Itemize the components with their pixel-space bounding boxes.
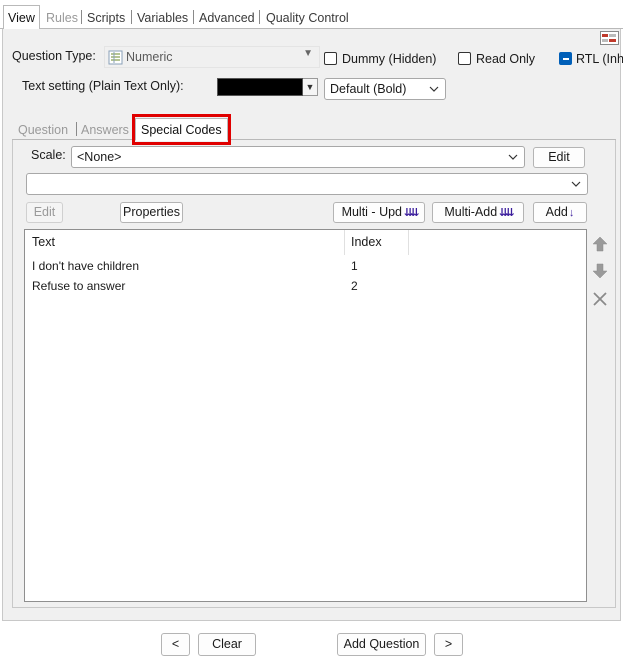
question-type-label: Question Type: bbox=[12, 49, 96, 63]
scale-edit-button[interactable]: Edit bbox=[533, 147, 585, 168]
tab-special-codes[interactable]: Special Codes bbox=[135, 118, 228, 141]
chevron-down-icon bbox=[429, 86, 439, 92]
dummy-hidden-label: Dummy (Hidden) bbox=[342, 52, 437, 66]
numeric-list-icon bbox=[108, 50, 123, 65]
row-index: 1 bbox=[351, 259, 358, 273]
down-arrow-icon: ↓ bbox=[568, 207, 575, 219]
rtl-checkbox[interactable] bbox=[559, 52, 572, 65]
double-down-arrow-icon: ⇊⇊ bbox=[404, 207, 420, 219]
multi-add-label: Multi-Add bbox=[444, 205, 498, 219]
dropdown-arrow-icon: ▼ bbox=[303, 48, 313, 59]
chevron-down-icon bbox=[571, 181, 581, 187]
tab-view[interactable]: View bbox=[3, 5, 40, 30]
top-tab-strip: View Rules Scripts Variables Advanced Qu… bbox=[0, 0, 623, 30]
tab-question[interactable]: Question bbox=[18, 121, 68, 139]
column-header-index[interactable]: Index bbox=[351, 230, 382, 255]
previous-button[interactable]: < bbox=[161, 633, 190, 656]
row-index: 2 bbox=[351, 279, 358, 293]
scale-value: <None> bbox=[77, 150, 122, 164]
tab-separator bbox=[259, 10, 260, 24]
multi-update-button[interactable]: Multi - Upd ⇊⇊ bbox=[333, 202, 425, 223]
text-style-value: Default (Bold) bbox=[330, 82, 407, 96]
table-row[interactable]: Refuse to answer 2 bbox=[25, 276, 586, 296]
dummy-hidden-checkbox[interactable] bbox=[324, 52, 337, 65]
special-codes-grid[interactable]: Text Index I don't have children 1 Refus… bbox=[24, 229, 587, 602]
multi-add-button[interactable]: Multi-Add ⇊⇊ bbox=[432, 202, 524, 223]
next-button[interactable]: > bbox=[434, 633, 463, 656]
move-up-icon[interactable] bbox=[591, 235, 609, 253]
tab-separator bbox=[81, 10, 82, 24]
text-setting-label: Text setting (Plain Text Only): bbox=[22, 79, 184, 93]
move-down-icon[interactable] bbox=[591, 262, 609, 280]
properties-button[interactable]: Properties bbox=[120, 202, 183, 223]
scale-select[interactable]: <None> bbox=[71, 146, 525, 168]
tab-variables[interactable]: Variables bbox=[134, 8, 191, 30]
rtl-label: RTL (Inh bbox=[576, 52, 623, 66]
special-codes-select[interactable] bbox=[26, 173, 588, 195]
tab-rules[interactable]: Rules bbox=[43, 8, 81, 30]
column-separator[interactable] bbox=[408, 230, 409, 255]
question-type-value: Numeric bbox=[126, 50, 173, 64]
read-only-checkbox[interactable] bbox=[458, 52, 471, 65]
edit-button[interactable]: Edit bbox=[26, 202, 63, 223]
text-color-swatch[interactable] bbox=[217, 78, 303, 96]
add-question-button[interactable]: Add Question bbox=[337, 633, 426, 656]
read-only-label: Read Only bbox=[476, 52, 536, 66]
tab-separator bbox=[193, 10, 194, 24]
question-type-combo[interactable]: Numeric ▼ bbox=[104, 46, 320, 68]
tab-separator bbox=[76, 122, 77, 136]
scale-label: Scale: bbox=[31, 148, 66, 162]
tab-advanced[interactable]: Advanced bbox=[196, 8, 258, 30]
double-down-arrow-icon: ⇊⇊ bbox=[499, 207, 515, 219]
tab-scripts[interactable]: Scripts bbox=[84, 8, 128, 30]
spreadsheet-icon[interactable] bbox=[600, 31, 620, 45]
tab-quality-control[interactable]: Quality Control bbox=[263, 8, 352, 30]
delete-x-icon[interactable] bbox=[591, 290, 609, 308]
clear-button[interactable]: Clear bbox=[198, 633, 256, 656]
tab-answers[interactable]: Answers bbox=[81, 121, 129, 139]
table-row[interactable]: I don't have children 1 bbox=[25, 256, 586, 276]
chevron-down-icon bbox=[508, 154, 518, 160]
tab-separator bbox=[131, 10, 132, 24]
color-dropdown-button[interactable]: ▼ bbox=[303, 78, 318, 96]
row-text: I don't have children bbox=[32, 259, 140, 273]
column-header-text[interactable]: Text bbox=[32, 230, 55, 255]
add-label: Add bbox=[545, 205, 568, 219]
row-text: Refuse to answer bbox=[32, 279, 126, 293]
text-style-select[interactable]: Default (Bold) bbox=[324, 78, 446, 100]
add-button[interactable]: Add↓ bbox=[533, 202, 587, 223]
multi-update-label: Multi - Upd bbox=[341, 205, 402, 219]
column-separator[interactable] bbox=[344, 230, 345, 255]
